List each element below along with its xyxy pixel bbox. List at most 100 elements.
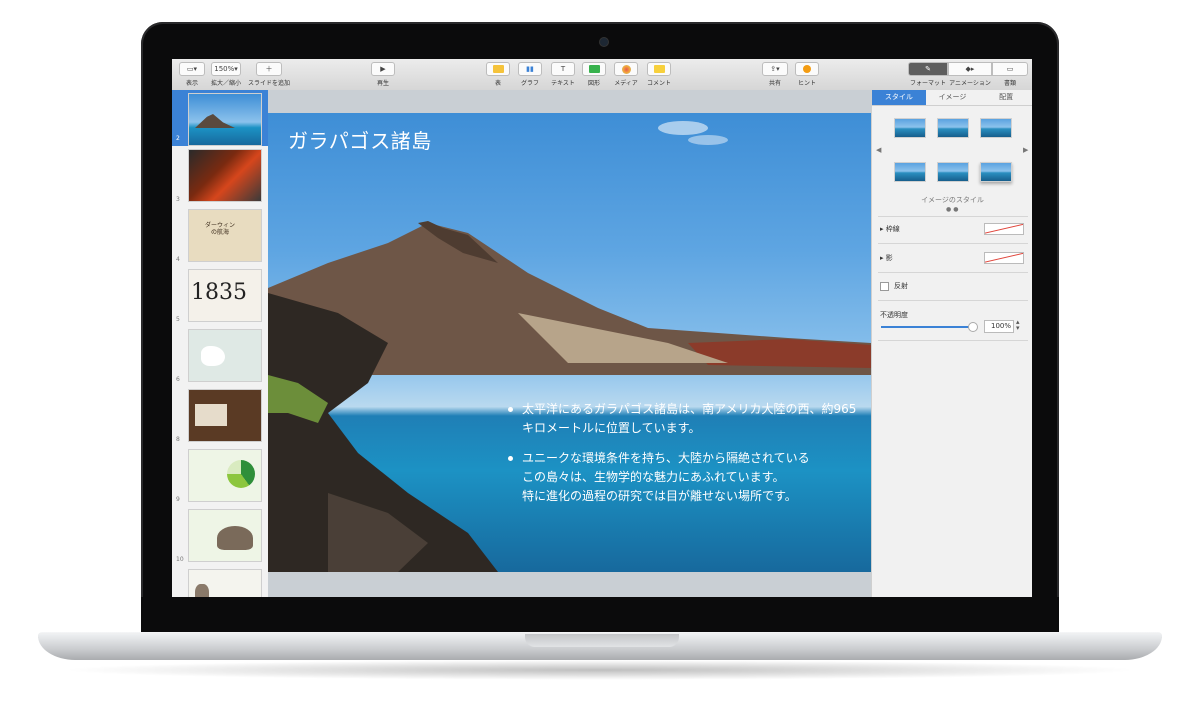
animate-tool[interactable]: ◆▸ アニメーション <box>948 62 992 87</box>
slide-thumb-5[interactable]: 1835 <box>188 269 262 322</box>
chart-icon: ▮▮ <box>526 65 534 73</box>
table-tool[interactable]: 表 <box>486 62 510 87</box>
text-button[interactable]: T <box>551 62 575 76</box>
view-tool[interactable]: ▭▾ 表示 <box>178 62 206 87</box>
image-style-1[interactable] <box>894 118 926 138</box>
app-window: ▭▾ 表示 150% ▾ 拡大／縮小 ＋ スライドを追加 ▶ 再生 表 ▮▮ グラ… <box>172 59 1032 597</box>
slide-thumb-10[interactable] <box>188 509 262 562</box>
slide-thumb-8[interactable] <box>188 389 262 442</box>
text-tool[interactable]: T テキスト <box>548 62 578 87</box>
document-button[interactable]: ▭ <box>992 62 1028 76</box>
slide-thumb-4[interactable]: ダーウィンの航海 <box>188 209 262 262</box>
shadow-row[interactable]: ▸ 影 <box>880 253 893 263</box>
shadow-color-well[interactable] <box>984 252 1024 264</box>
media-tool[interactable]: メディア <box>612 62 640 87</box>
border-row[interactable]: ▸ 枠線 <box>880 224 900 234</box>
image-style-2[interactable] <box>937 118 969 138</box>
shape-button[interactable] <box>582 62 606 76</box>
slide-number: 9 <box>176 496 180 503</box>
tab-style[interactable]: スタイル <box>872 90 926 105</box>
comment-button[interactable] <box>647 62 671 76</box>
slide-thumb-11[interactable] <box>188 569 262 597</box>
opacity-slider-knob[interactable] <box>968 322 978 332</box>
bullet-2-line-3: 特に進化の過程の研究では目が離せない場所です。 <box>522 489 797 503</box>
slide-navigator: 2 3 4 ダーウィンの航海 5 1835 6 8 9 10 11 <box>172 90 269 597</box>
slide-body-text[interactable]: 太平洋にあるガラパゴス諸島は、南アメリカ大陸の西、約965キロメートルに位置して… <box>506 400 866 517</box>
slide-number: 10 <box>176 556 184 563</box>
chart-button[interactable]: ▮▮ <box>518 62 542 76</box>
thumb-sketch <box>195 404 227 426</box>
divider <box>878 300 1028 301</box>
add-slide-tool[interactable]: ＋ スライドを追加 <box>248 62 290 87</box>
reflection-checkbox[interactable] <box>880 281 889 291</box>
image-style-4[interactable] <box>894 162 926 182</box>
add-slide-label: スライドを追加 <box>248 80 291 87</box>
view-button[interactable]: ▭▾ <box>179 62 205 76</box>
bullet-2: ユニークな環境条件を持ち、大陸から隔絶されている この島々は、生物学的な魅力にあ… <box>506 449 866 506</box>
slide-title[interactable]: ガラパゴス諸島 <box>288 125 432 154</box>
share-tool[interactable]: ⇪▾ 共有 <box>760 62 790 87</box>
image-style-3[interactable] <box>980 118 1012 138</box>
chart-tool[interactable]: ▮▮ グラフ <box>518 62 542 87</box>
chevron-down-icon: ▾ <box>234 65 238 73</box>
shape-label: 図形 <box>587 80 600 87</box>
divider <box>878 340 1028 341</box>
zoom-value: 150% <box>214 65 235 73</box>
slide-number: 4 <box>176 256 180 263</box>
image-styles-label: イメージのスタイル <box>921 196 984 204</box>
tips-button[interactable] <box>795 62 819 76</box>
text-label: テキスト <box>551 80 575 87</box>
current-slide[interactable]: ガラパゴス諸島 太平洋にあるガラパゴス諸島は、南アメリカ大陸の西、約965キロメ… <box>268 113 871 572</box>
thumb-tortoise <box>217 526 253 550</box>
laptop-shadow <box>60 660 1140 680</box>
document-tool[interactable]: ▭ 書類 <box>992 62 1028 87</box>
format-tool[interactable]: ✎ フォーマット <box>908 62 948 87</box>
slide-number: 8 <box>176 436 180 443</box>
table-label: 表 <box>494 80 501 87</box>
view-label: 表示 <box>185 80 198 87</box>
border-color-well[interactable] <box>984 223 1024 235</box>
format-button[interactable]: ✎ <box>908 62 948 76</box>
chevron-right-icon[interactable]: ▶ <box>1023 146 1028 154</box>
play-icon: ▶ <box>380 65 386 73</box>
slide-number: 5 <box>176 316 180 323</box>
chevron-left-icon[interactable]: ◀ <box>876 146 881 154</box>
tips-icon <box>803 65 811 73</box>
divider <box>878 216 1028 217</box>
zoom-select[interactable]: 150% ▾ <box>211 62 241 76</box>
slide-thumb-6[interactable] <box>188 329 262 382</box>
slide-thumb-2[interactable] <box>188 93 262 146</box>
format-label: フォーマット <box>909 80 946 87</box>
share-button[interactable]: ⇪▾ <box>762 62 788 76</box>
slide-thumb-9[interactable] <box>188 449 262 502</box>
shape-icon <box>588 65 600 73</box>
slide-thumb-3[interactable] <box>188 149 262 202</box>
comment-tool[interactable]: コメント <box>644 62 674 87</box>
shape-tool[interactable]: 図形 <box>582 62 606 87</box>
reflection-label: 反射 <box>894 282 908 290</box>
add-slide-button[interactable]: ＋ <box>256 62 282 76</box>
slide-number: 2 <box>176 135 180 142</box>
tab-image[interactable]: イメージ <box>926 90 980 105</box>
opacity-slider-track[interactable] <box>881 326 973 328</box>
bullet-2-line-1: ユニークな環境条件を持ち、大陸から隔絶されている <box>522 451 810 465</box>
opacity-input[interactable]: 100% <box>984 320 1014 333</box>
opacity-stepper[interactable]: ▴ ▾ <box>1016 319 1020 332</box>
animate-button[interactable]: ◆▸ <box>948 62 992 76</box>
reflection-row[interactable]: 反射 <box>880 281 908 291</box>
image-style-5[interactable] <box>937 162 969 182</box>
tips-tool[interactable]: ヒント <box>794 62 820 87</box>
media-button[interactable] <box>614 62 638 76</box>
play-tool[interactable]: ▶ 再生 <box>370 62 396 87</box>
tab-arrange[interactable]: 配置 <box>979 90 1032 105</box>
image-style-6[interactable] <box>980 162 1012 182</box>
slide-canvas: ガラパゴス諸島 太平洋にあるガラパゴス諸島は、南アメリカ大陸の西、約965キロメ… <box>268 90 871 597</box>
thumb-bird <box>195 584 209 597</box>
table-button[interactable] <box>486 62 510 76</box>
page-dots[interactable]: ●● <box>946 206 960 213</box>
zoom-tool[interactable]: 150% ▾ 拡大／縮小 <box>210 62 242 87</box>
border-label: 枠線 <box>885 225 900 233</box>
toolbar: ▭▾ 表示 150% ▾ 拡大／縮小 ＋ スライドを追加 ▶ 再生 表 ▮▮ グラ… <box>172 59 1032 91</box>
play-button[interactable]: ▶ <box>371 62 395 76</box>
camera <box>599 37 609 47</box>
